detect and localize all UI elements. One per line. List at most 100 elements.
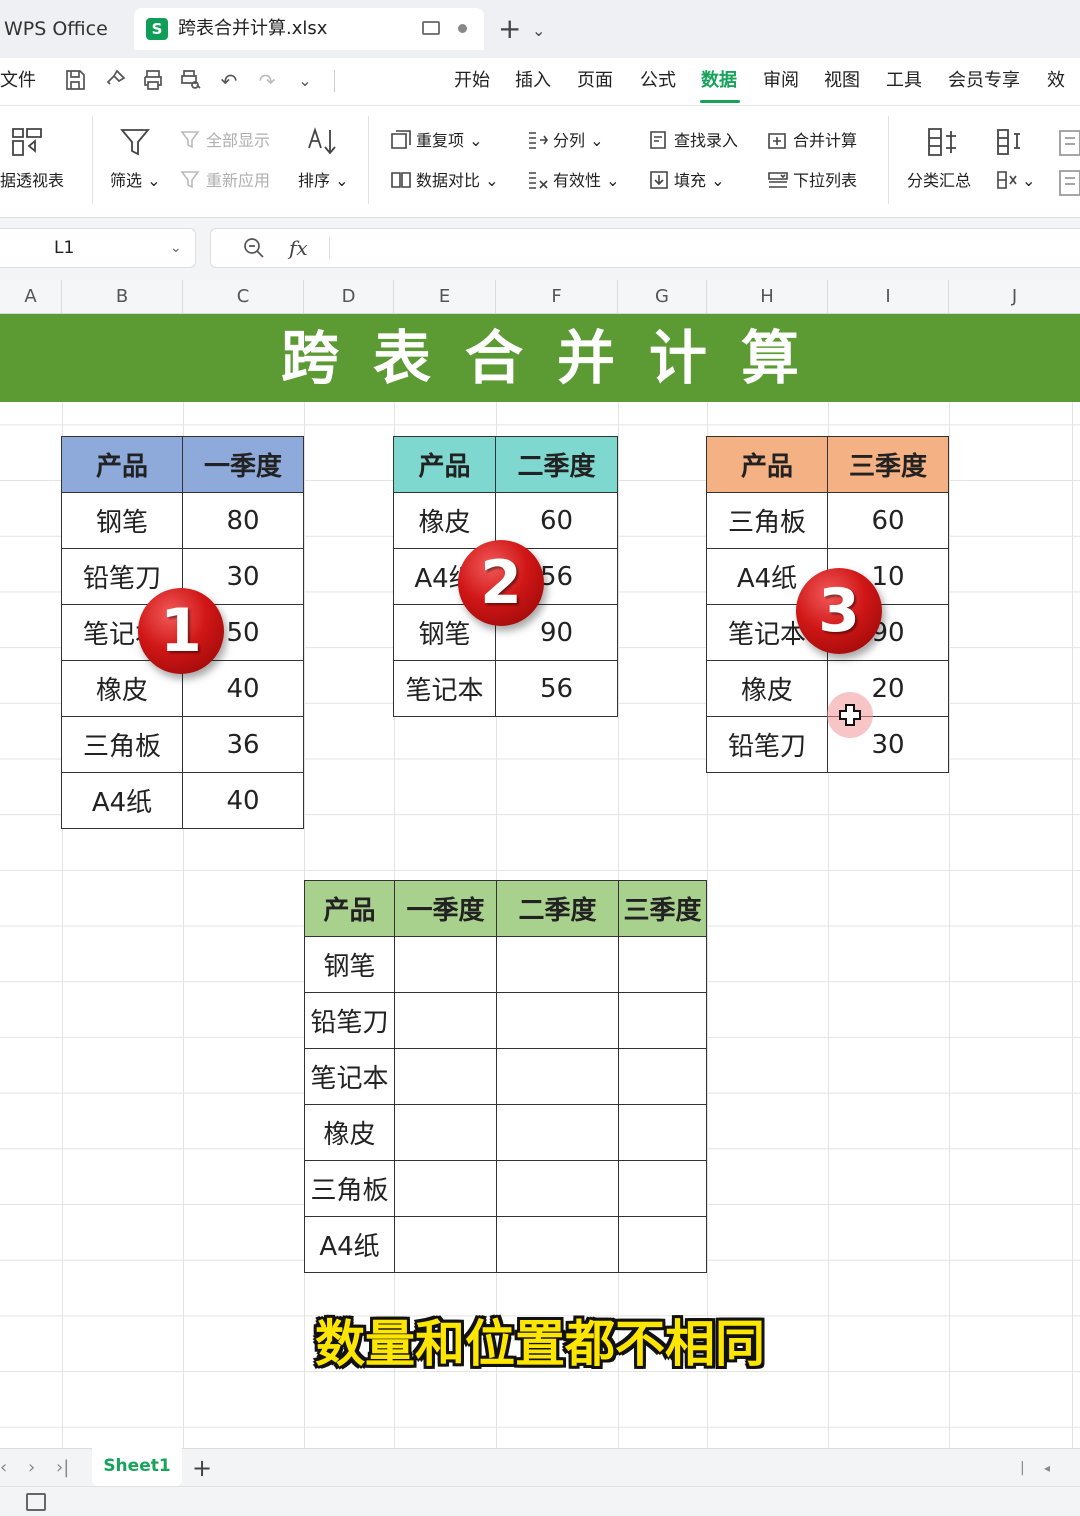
product-cell[interactable]: A4纸 <box>304 1216 395 1273</box>
empty-cell[interactable] <box>496 1048 619 1105</box>
next-sheet-icon[interactable]: › <box>28 1449 35 1487</box>
empty-cell[interactable] <box>394 992 497 1049</box>
split-column-button[interactable]: 分列 ⌄ <box>527 130 604 152</box>
product-cell[interactable]: 橡皮 <box>304 1104 395 1161</box>
product-cell[interactable]: 笔记本 <box>304 1048 395 1105</box>
product-cell[interactable]: 铅笔刀 <box>304 992 395 1049</box>
unsaved-dot-icon[interactable] <box>458 24 467 33</box>
product-cell[interactable]: 钢笔 <box>304 936 395 993</box>
duplicates-button[interactable]: 重复项 ⌄ <box>390 130 483 152</box>
fx-icon[interactable]: fx <box>289 229 308 267</box>
empty-cell[interactable] <box>618 936 707 993</box>
consolidate-button[interactable]: 合并计算 <box>767 130 857 152</box>
more-chevron-icon[interactable]: ⌄ <box>292 68 318 94</box>
empty-cell[interactable] <box>618 992 707 1049</box>
name-box[interactable]: L1 ⌄ <box>0 228 196 268</box>
more-ribbon-icon[interactable] <box>1058 128 1080 160</box>
ungroup-button[interactable]: ⌄ <box>996 170 1035 192</box>
table-header-cell[interactable]: 产品 <box>393 436 496 493</box>
redo-icon[interactable]: ↷ <box>254 68 280 94</box>
reapply-button[interactable]: 重新应用 <box>180 170 270 192</box>
undo-icon[interactable]: ↶ <box>216 68 242 94</box>
scroll-left-icon[interactable]: ◂ <box>1044 1449 1050 1487</box>
empty-cell[interactable] <box>618 1216 707 1273</box>
table-header-cell[interactable]: 三季度 <box>827 436 949 493</box>
column-header-d[interactable]: D <box>304 280 394 314</box>
more-ribbon-icon-2[interactable] <box>1058 168 1080 200</box>
menu-home[interactable]: 开始 <box>454 58 490 104</box>
product-cell[interactable]: 笔记本 <box>393 660 496 717</box>
worksheet-grid[interactable]: 跨表合并计算 产品 一季度 钢笔 80 铅笔刀 30 笔记本 50 橡皮 40 三角板 3… <box>0 314 1080 1448</box>
empty-cell[interactable] <box>394 1048 497 1105</box>
column-header-i[interactable]: I <box>828 280 949 314</box>
column-header-b[interactable]: B <box>62 280 183 314</box>
brush-icon[interactable] <box>102 68 128 94</box>
show-all-button[interactable]: 全部显示 <box>180 130 270 152</box>
menu-review[interactable]: 审阅 <box>763 58 799 104</box>
product-cell[interactable]: 三角板 <box>706 492 828 549</box>
data-compare-button[interactable]: 数据对比 ⌄ <box>390 170 499 192</box>
value-cell[interactable]: 60 <box>495 492 618 549</box>
new-tab-plus-icon[interactable]: + <box>498 10 521 48</box>
value-cell[interactable]: 36 <box>182 716 304 773</box>
table-header-cell[interactable]: 一季度 <box>394 880 497 937</box>
product-cell[interactable]: 铅笔刀 <box>706 716 828 773</box>
value-cell[interactable]: 40 <box>182 772 304 829</box>
product-cell[interactable]: 橡皮 <box>393 492 496 549</box>
last-sheet-icon[interactable]: ›| <box>56 1449 69 1487</box>
table-header-cell[interactable]: 二季度 <box>495 436 618 493</box>
menu-page[interactable]: 页面 <box>577 58 613 104</box>
column-header-g[interactable]: G <box>618 280 707 314</box>
empty-cell[interactable] <box>496 992 619 1049</box>
chevron-down-icon[interactable]: ⌄ <box>532 12 545 50</box>
column-header-f[interactable]: F <box>496 280 618 314</box>
dropdown-list-button[interactable]: 下拉列表 <box>767 170 857 192</box>
menu-view[interactable]: 视图 <box>824 58 860 104</box>
empty-cell[interactable] <box>394 1104 497 1161</box>
sheet-list-icon[interactable] <box>26 1493 46 1511</box>
value-cell[interactable]: 80 <box>182 492 304 549</box>
validity-button[interactable]: 有效性 ⌄ <box>527 170 620 192</box>
save-icon[interactable] <box>62 68 88 94</box>
menu-insert[interactable]: 插入 <box>515 58 551 104</box>
empty-cell[interactable] <box>496 1160 619 1217</box>
menu-formula[interactable]: 公式 <box>640 58 676 104</box>
empty-cell[interactable] <box>394 1216 497 1273</box>
column-header-h[interactable]: H <box>707 280 828 314</box>
table-header-cell[interactable]: 一季度 <box>182 436 304 493</box>
empty-cell[interactable] <box>394 936 497 993</box>
product-cell[interactable]: A4纸 <box>61 772 183 829</box>
empty-cell[interactable] <box>618 1104 707 1161</box>
empty-cell[interactable] <box>618 1160 707 1217</box>
empty-cell[interactable] <box>496 1104 619 1161</box>
print-icon[interactable] <box>140 68 166 94</box>
table-header-cell[interactable]: 产品 <box>304 880 395 937</box>
table-header-cell[interactable]: 产品 <box>61 436 183 493</box>
prev-sheet-icon[interactable]: ‹ <box>0 1449 7 1487</box>
product-cell[interactable]: 三角板 <box>61 716 183 773</box>
product-cell[interactable]: 橡皮 <box>706 660 828 717</box>
column-header-e[interactable]: E <box>394 280 496 314</box>
product-cell[interactable]: 三角板 <box>304 1160 395 1217</box>
zoom-search-icon[interactable] <box>243 229 265 267</box>
monitor-icon[interactable] <box>422 21 440 35</box>
column-header-c[interactable]: C <box>183 280 304 314</box>
table-header-cell[interactable]: 产品 <box>706 436 828 493</box>
group-icon[interactable] <box>994 126 1028 158</box>
empty-cell[interactable] <box>394 1160 497 1217</box>
menu-member[interactable]: 会员专享 <box>948 58 1020 104</box>
lookup-entry-button[interactable]: 查找录入 <box>648 130 738 152</box>
product-cell[interactable]: 钢笔 <box>61 492 183 549</box>
file-tab[interactable]: S 跨表合并计算.xlsx <box>134 8 484 50</box>
table-header-cell[interactable]: 三季度 <box>618 880 707 937</box>
print-preview-icon[interactable] <box>178 68 204 94</box>
empty-cell[interactable] <box>496 1216 619 1273</box>
chevron-down-icon[interactable]: ⌄ <box>170 229 182 267</box>
column-header-j[interactable]: J <box>949 280 1080 314</box>
value-cell[interactable]: 60 <box>827 492 949 549</box>
formula-input[interactable]: fx <box>210 228 1080 268</box>
app-tab-wps-office[interactable]: WPS Office <box>0 10 108 48</box>
column-header-a[interactable]: A <box>0 280 62 314</box>
empty-cell[interactable] <box>618 1048 707 1105</box>
fill-button[interactable]: 填充 ⌄ <box>648 170 725 192</box>
